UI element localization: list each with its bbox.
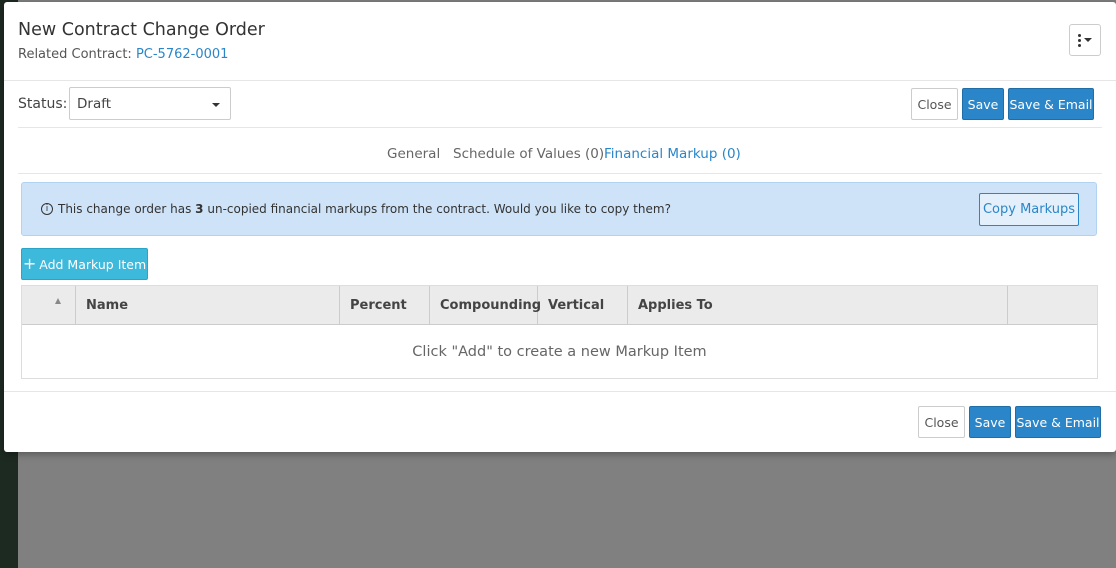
- tab-general[interactable]: General: [387, 146, 440, 162]
- divider: [18, 127, 1102, 128]
- markup-table: Name Percent Compounding Vertical Applie…: [21, 285, 1098, 379]
- column-name[interactable]: Name: [76, 286, 340, 324]
- close-button-top[interactable]: Close: [911, 88, 958, 120]
- more-actions-button[interactable]: [1069, 24, 1101, 56]
- kebab-icon: [1078, 33, 1081, 47]
- column-compounding[interactable]: Compounding: [430, 286, 541, 324]
- add-markup-item-button[interactable]: + Add Markup Item: [21, 248, 148, 280]
- related-contract-link[interactable]: PC-5762-0001: [136, 47, 228, 62]
- status-label: Status:: [18, 96, 68, 112]
- uncopied-count: 3: [195, 202, 204, 216]
- close-button[interactable]: Close: [918, 406, 965, 438]
- tab-schedule-of-values[interactable]: Schedule of Values (0): [453, 146, 604, 162]
- status-select-value: Draft: [77, 96, 112, 112]
- chevron-down-icon: [1084, 38, 1092, 42]
- status-bar: Status: Draft Close Save Save & Email: [4, 82, 1116, 128]
- table-header: Name Percent Compounding Vertical Applie…: [22, 286, 1097, 325]
- empty-table-message: Click "Add" to create a new Markup Item: [412, 344, 707, 360]
- column-percent[interactable]: Percent: [340, 286, 430, 324]
- footer-divider: [4, 391, 1116, 392]
- related-contract: Related Contract: PC-5762-0001: [18, 47, 228, 62]
- column-sort[interactable]: [22, 286, 76, 324]
- copy-markups-button[interactable]: Copy Markups: [979, 193, 1079, 226]
- status-select[interactable]: Draft: [69, 87, 231, 120]
- column-actions: [1008, 286, 1097, 324]
- tab-bar: General Schedule of Values (0) Financial…: [4, 142, 1116, 168]
- add-markup-item-label: Add Markup Item: [39, 256, 147, 272]
- save-button-top[interactable]: Save: [962, 88, 1004, 120]
- change-order-modal: New Contract Change Order Related Contra…: [4, 2, 1116, 452]
- modal-title: New Contract Change Order: [18, 20, 265, 40]
- plus-icon: +: [22, 254, 37, 273]
- save-email-button[interactable]: Save & Email: [1015, 406, 1101, 438]
- column-vertical[interactable]: Vertical: [538, 286, 628, 324]
- save-button[interactable]: Save: [969, 406, 1011, 438]
- sort-ascending-icon: [55, 298, 61, 304]
- copy-markups-alert: i This change order has 3 un-copied fina…: [21, 182, 1097, 236]
- chevron-down-icon: [212, 103, 220, 107]
- divider: [18, 173, 1102, 174]
- related-contract-label: Related Contract:: [18, 47, 132, 62]
- alert-message: This change order has 3 un-copied financ…: [58, 202, 671, 216]
- modal-header: New Contract Change Order Related Contra…: [4, 2, 1116, 81]
- tab-financial-markup[interactable]: Financial Markup (0): [604, 146, 741, 162]
- info-icon: i: [41, 203, 53, 215]
- save-email-button-top[interactable]: Save & Email: [1008, 88, 1094, 120]
- column-applies-to[interactable]: Applies To: [628, 286, 1008, 324]
